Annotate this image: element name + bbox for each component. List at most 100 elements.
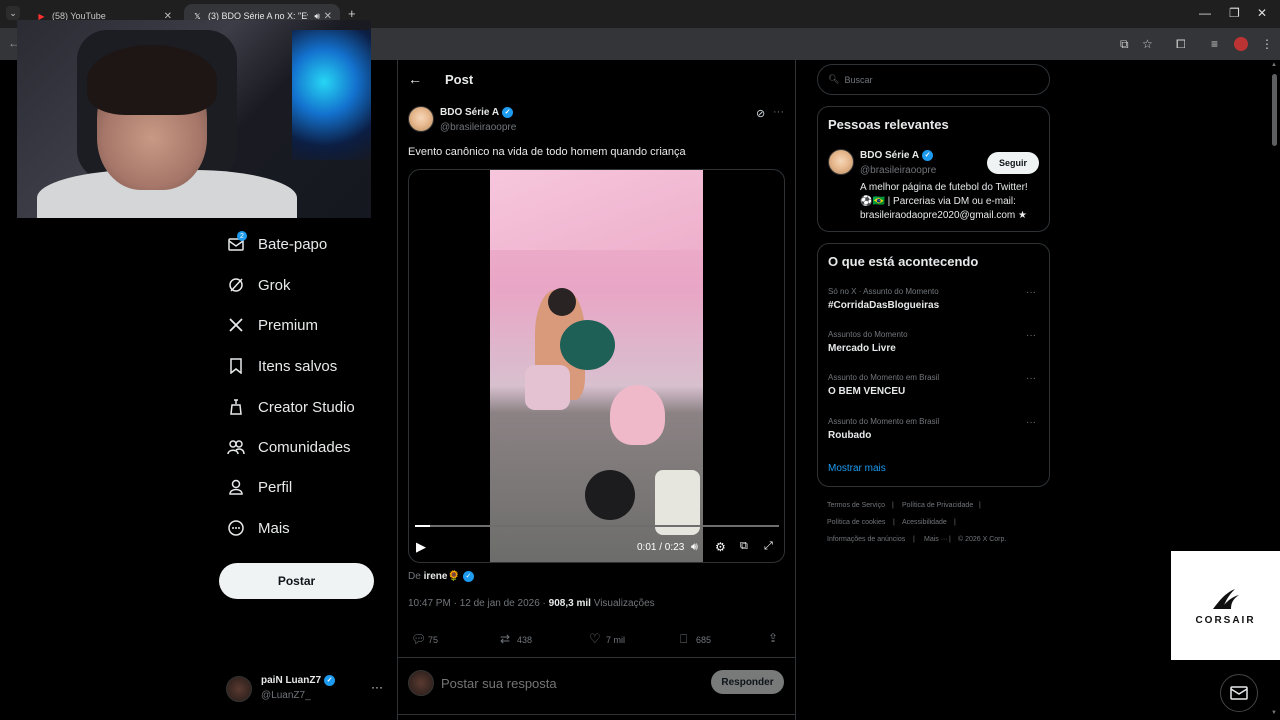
footer-separator: |: [979, 502, 981, 509]
nav-item-communities[interactable]: Comunidades: [226, 432, 351, 462]
bookmark-star-icon[interactable]: ☆: [1142, 37, 1153, 51]
corsair-logo-overlay: CORSAIR: [1171, 551, 1280, 660]
browser-menu-icon[interactable]: ⋮: [1261, 37, 1273, 51]
nav-label: Mais: [258, 519, 290, 537]
webcam-overlay: [17, 20, 371, 218]
relevant-avatar[interactable]: [828, 149, 854, 175]
video-progress-fill: [415, 525, 430, 527]
trend-more-icon[interactable]: ···: [1026, 330, 1036, 341]
account-menu-icon[interactable]: ···: [371, 680, 383, 694]
nav-item-bookmarks[interactable]: Itens salvos: [226, 351, 337, 381]
post-button[interactable]: Postar: [219, 563, 374, 599]
bio-line: ⚽🇧🇷 | Parcerias via DM ou e-mail:: [860, 196, 1016, 207]
picture-in-picture-icon[interactable]: ⧉: [740, 540, 748, 553]
author-name[interactable]: BDO Série A ✓: [440, 107, 514, 118]
child-hair-shape: [548, 288, 576, 316]
trend-name[interactable]: #CorridaDasBlogueiras: [828, 300, 939, 311]
back-arrow-icon[interactable]: ←: [408, 71, 422, 87]
footer-link-more[interactable]: Mais ···: [924, 536, 948, 543]
reply-avatar: [408, 670, 434, 696]
nav-label: Premium: [258, 316, 319, 334]
footer-separator: |: [893, 519, 895, 526]
search-box[interactable]: 🔍︎ Buscar: [817, 64, 1050, 95]
like-count: 7 mil: [606, 635, 626, 645]
fullscreen-icon[interactable]: ⤢: [764, 540, 773, 553]
reply-count: 75: [428, 635, 439, 645]
author-handle[interactable]: @brasileiraoopre: [440, 122, 516, 133]
account-avatar[interactable]: [226, 676, 252, 702]
trend-meta: Só no X · Assunto do Momento: [828, 287, 939, 296]
footer-link-accessibility[interactable]: Acessibilidade: [902, 519, 947, 526]
trend-name[interactable]: Roubado: [828, 430, 871, 441]
new-tab-button[interactable]: +: [348, 6, 356, 21]
verified-icon: ✓: [502, 107, 514, 118]
more-circle-icon: [226, 518, 246, 538]
footer-link-ads[interactable]: Informações de anúncios: [827, 536, 905, 543]
basin-shape: [585, 470, 635, 520]
relevant-handle[interactable]: @brasileiraoopre: [860, 165, 936, 176]
verified-icon: ✓: [922, 150, 934, 161]
trend-more-icon[interactable]: ···: [1026, 373, 1036, 384]
relevant-people-title: Pessoas relevantes: [828, 117, 949, 132]
scroll-down-icon[interactable]: ▼: [1271, 710, 1277, 716]
restore-icon[interactable]: ❐: [1229, 6, 1240, 20]
video-progress-track[interactable]: [415, 525, 779, 527]
nav-item-creator-studio[interactable]: Creator Studio: [226, 392, 355, 422]
relevant-name[interactable]: BDO Série A ✓: [860, 150, 934, 161]
video-frame[interactable]: [490, 170, 703, 562]
profile-avatar-icon[interactable]: [1234, 37, 1248, 51]
squat-toilet-shape: [610, 385, 665, 445]
show-more-link[interactable]: Mostrar mais: [828, 463, 886, 474]
footer-link-cookies[interactable]: Política de cookies: [827, 519, 885, 526]
nav-item-premium[interactable]: Premium: [226, 310, 318, 340]
footer-separator: |: [913, 536, 915, 543]
creator-studio-icon: [226, 397, 246, 417]
follow-button[interactable]: Seguir: [987, 152, 1039, 174]
like-heart-icon[interactable]: ♡: [589, 631, 601, 647]
trend-more-icon[interactable]: ···: [1026, 417, 1036, 428]
volume-icon[interactable]: 🔊︎: [691, 541, 698, 554]
footer-link-privacy[interactable]: Política de Privacidade: [902, 502, 973, 509]
install-app-icon[interactable]: ⧉: [1120, 37, 1129, 52]
tab-search-chevron-icon[interactable]: ⌄: [6, 6, 20, 20]
media-controls-icon[interactable]: ≡: [1211, 37, 1218, 51]
nav-label: Perfil: [258, 478, 293, 496]
repost-icon[interactable]: ⇄: [500, 632, 510, 646]
author-avatar[interactable]: [408, 106, 434, 132]
share-icon[interactable]: ⇪: [768, 631, 778, 645]
bookmark-icon[interactable]: ⎕: [680, 632, 687, 647]
search-icon: 🔍︎: [828, 74, 840, 84]
scrollbar-thumb[interactable]: [1272, 74, 1277, 146]
trend-meta: Assunto do Momento em Brasil: [828, 373, 940, 382]
nav-item-profile[interactable]: Perfil: [226, 472, 292, 502]
reply-input[interactable]: [441, 672, 701, 694]
reply-icon[interactable]: 💬︎: [411, 632, 426, 646]
minimize-icon[interactable]: —: [1199, 6, 1211, 20]
credit-name[interactable]: irene🌻: [424, 571, 460, 582]
play-icon[interactable]: ▶: [416, 539, 426, 555]
trend-more-icon[interactable]: ···: [1026, 287, 1036, 298]
nav-label: Grok: [258, 276, 291, 294]
mail-icon: [1230, 686, 1248, 700]
extensions-icon[interactable]: ⧠: [1176, 37, 1186, 52]
grok-explain-icon[interactable]: ⊘: [756, 107, 765, 120]
nav-item-more[interactable]: Mais: [226, 513, 290, 543]
trend-name[interactable]: Mercado Livre: [828, 343, 896, 354]
account-handle: @LuanZ7_: [261, 690, 311, 701]
footer-link-terms[interactable]: Termos de Serviço: [827, 502, 885, 509]
messages-drawer-button[interactable]: [1220, 674, 1258, 712]
scroll-up-icon[interactable]: ▲: [1271, 62, 1277, 68]
footer-separator: |: [949, 536, 951, 543]
more-options-icon[interactable]: ···: [773, 106, 784, 118]
trend-name[interactable]: O BEM VENCEU: [828, 386, 905, 397]
wall-shape: [490, 170, 703, 250]
settings-gear-icon[interactable]: ⚙: [715, 540, 726, 554]
reply-button[interactable]: Responder: [711, 670, 784, 694]
shorts-shape: [525, 365, 570, 410]
verified-icon: ✓: [324, 675, 336, 686]
window-close-icon[interactable]: ✕: [1257, 6, 1267, 20]
footer-separator: |: [892, 502, 894, 509]
video-time: 0:01 / 0:23: [637, 542, 685, 553]
nav-label: Bate-papo: [258, 235, 328, 253]
nav-item-grok[interactable]: Grok: [226, 270, 291, 300]
